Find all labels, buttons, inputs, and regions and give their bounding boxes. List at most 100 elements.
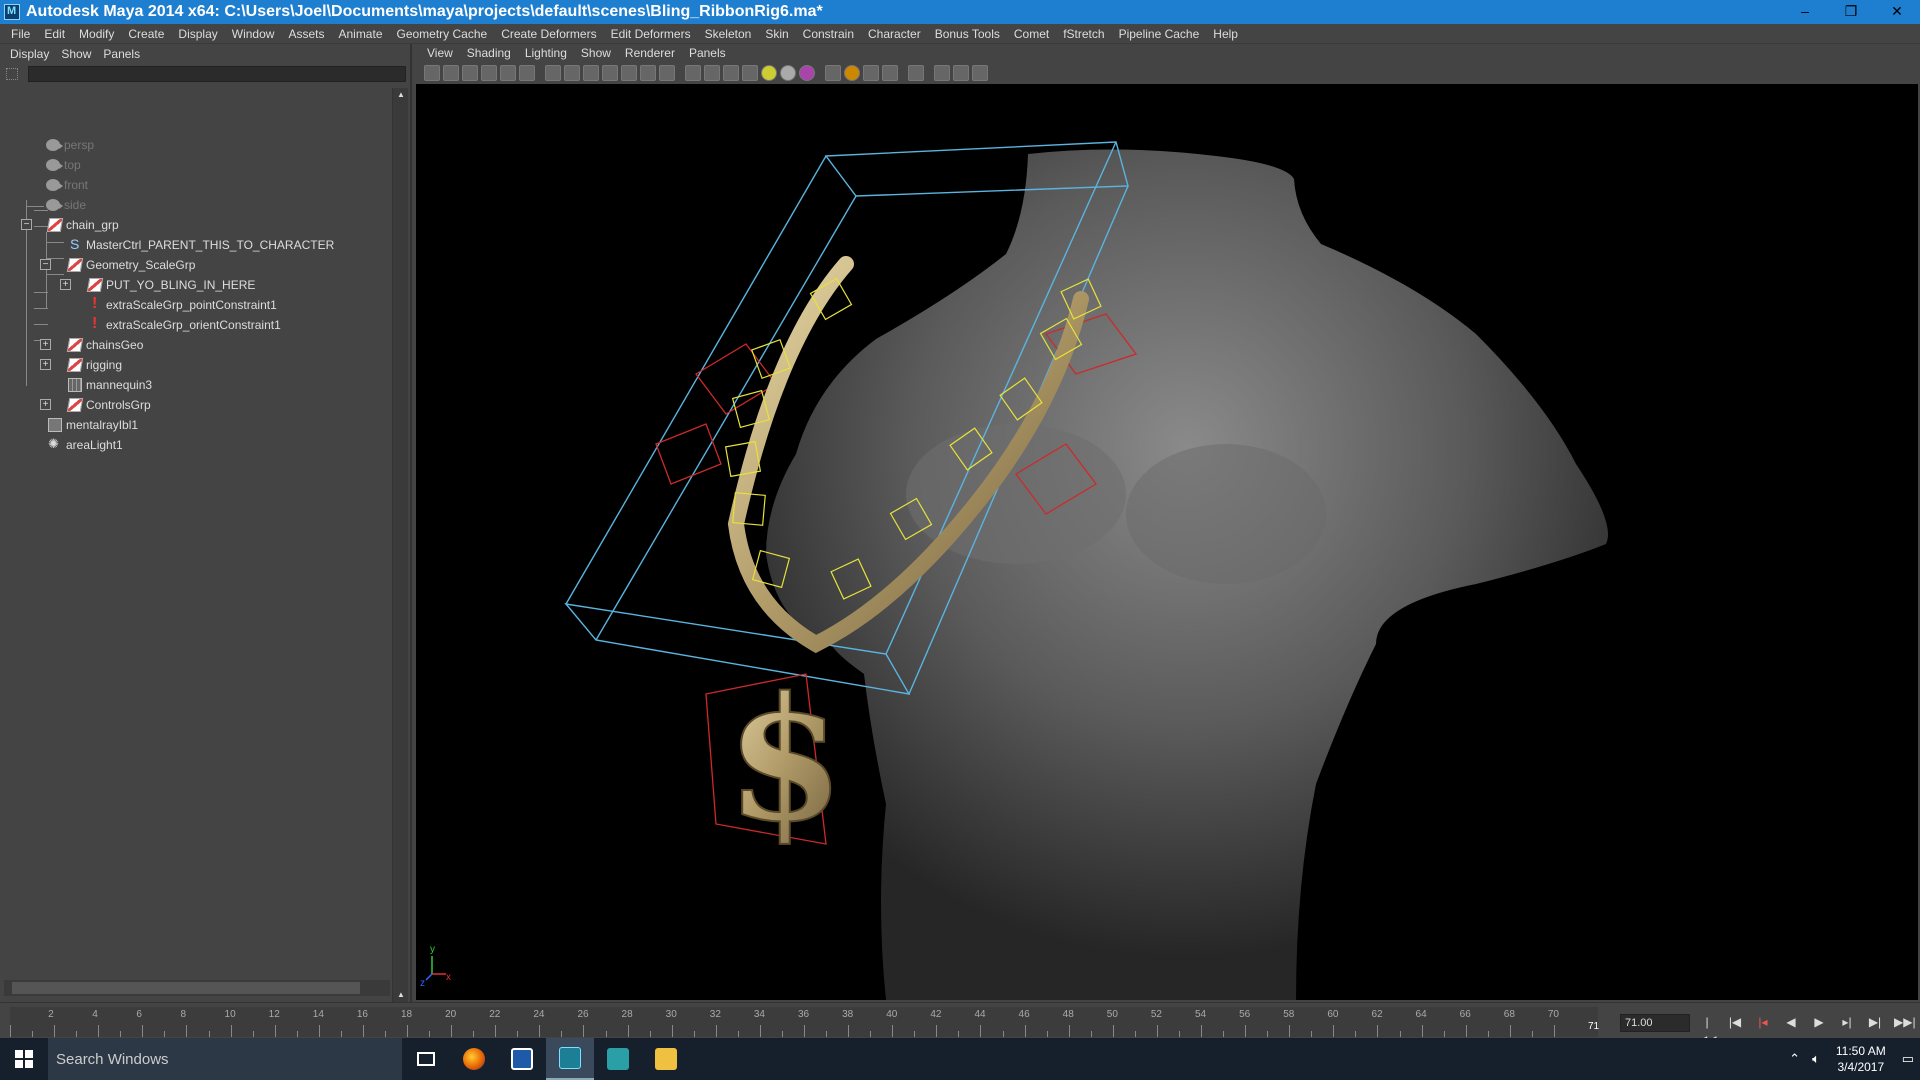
menu-geometry-cache[interactable]: Geometry Cache <box>390 24 495 44</box>
outliner-node-persp[interactable]: persp <box>46 135 94 155</box>
collapse-toggle[interactable]: − <box>40 259 51 270</box>
menu-assets[interactable]: Assets <box>281 24 331 44</box>
outliner-node-chainsgeo[interactable]: chainsGeo <box>66 335 143 355</box>
outliner-node-mentalrayibl1[interactable]: mentalrayIbl1 <box>48 415 138 435</box>
grid-icon[interactable] <box>545 65 561 81</box>
menu-modify[interactable]: Modify <box>72 24 121 44</box>
shadows-icon[interactable] <box>780 65 796 81</box>
outliner-node-top[interactable]: top <box>46 155 81 175</box>
outliner-node-orient-constraint[interactable]: extraScaleGrp_orientConstraint1 <box>88 315 281 335</box>
viewport-menu-shading[interactable]: Shading <box>460 46 518 60</box>
current-time-field[interactable]: 71.00 <box>1620 1014 1690 1032</box>
start-button[interactable] <box>0 1038 48 1080</box>
expand-toggle[interactable]: + <box>40 399 51 410</box>
outliner-menu-show[interactable]: Show <box>55 47 97 61</box>
menu-comet[interactable]: Comet <box>1007 24 1056 44</box>
step-forward-key-icon[interactable]: ▶| <box>1866 1013 1884 1031</box>
outliner-node-rigging[interactable]: rigging <box>66 355 122 375</box>
image-plane-icon[interactable] <box>481 65 497 81</box>
outliner-node-point-constraint[interactable]: extraScaleGrp_pointConstraint1 <box>88 295 277 315</box>
expand-toggle[interactable]: + <box>40 339 51 350</box>
play-backwards-icon[interactable]: ◀ <box>1782 1013 1800 1031</box>
menu-display[interactable]: Display <box>171 24 224 44</box>
viewport-menu-view[interactable]: View <box>420 46 460 60</box>
scroll-up-icon[interactable]: ▲ <box>395 90 407 102</box>
field-chart-icon[interactable] <box>621 65 637 81</box>
menu-fstretch[interactable]: fStretch <box>1056 24 1111 44</box>
depth-of-field-icon[interactable] <box>863 65 879 81</box>
maya-alt-icon[interactable] <box>594 1038 642 1080</box>
filter-icon[interactable] <box>6 68 18 80</box>
outliner-menu-display[interactable]: Display <box>4 47 55 61</box>
task-view-icon[interactable] <box>402 1038 450 1080</box>
camera-attributes-icon[interactable] <box>443 65 459 81</box>
screen-space-ao-icon[interactable] <box>799 65 815 81</box>
outliner-horizontal-scrollbar[interactable] <box>4 980 390 996</box>
outliner-node-controlsgrp[interactable]: ControlsGrp <box>66 395 151 415</box>
motion-blur-icon[interactable] <box>825 65 841 81</box>
step-forward-frame-icon[interactable]: ▸| <box>1838 1013 1856 1031</box>
expand-toggle[interactable]: + <box>40 359 51 370</box>
multisample-aa-icon[interactable] <box>844 65 860 81</box>
safe-title-icon[interactable] <box>659 65 675 81</box>
film-gate-icon[interactable] <box>564 65 580 81</box>
menu-bonus-tools[interactable]: Bonus Tools <box>928 24 1007 44</box>
menu-edit-deformers[interactable]: Edit Deformers <box>604 24 698 44</box>
grease-pencil-icon[interactable] <box>519 65 535 81</box>
outliner-node-mannequin3[interactable]: mannequin3 <box>68 375 152 395</box>
menu-help[interactable]: Help <box>1206 24 1245 44</box>
resolution-gate-icon[interactable] <box>583 65 599 81</box>
wireframe-icon[interactable] <box>685 65 701 81</box>
textured-icon[interactable] <box>742 65 758 81</box>
go-to-end-icon[interactable]: ▶▶| <box>1894 1013 1916 1031</box>
clock[interactable]: 11:50 AM 3/4/2017 <box>1826 1043 1896 1075</box>
safe-action-icon[interactable] <box>640 65 656 81</box>
outliner-node-chain-grp[interactable]: chain_grp <box>46 215 119 235</box>
time-slider[interactable]: 2 4 6 8 10 12 14 16 18 20 22 24 26 28 30 32 34 36 38 40 42 44… <box>10 1007 1598 1037</box>
menu-animate[interactable]: Animate <box>331 24 389 44</box>
x-ray-joints-icon[interactable] <box>953 65 969 81</box>
gate-mask-icon[interactable] <box>602 65 618 81</box>
viewport-menu-lighting[interactable]: Lighting <box>518 46 574 60</box>
play-forwards-icon[interactable]: ▶ <box>1810 1013 1828 1031</box>
hardware-texturing-icon[interactable] <box>882 65 898 81</box>
volume-icon[interactable]: 🔈︎ <box>1806 1051 1826 1067</box>
menu-edit[interactable]: Edit <box>37 24 72 44</box>
collapse-toggle[interactable]: − <box>21 219 32 230</box>
expand-toggle[interactable]: + <box>60 279 71 290</box>
search-box[interactable]: Search Windows <box>48 1038 402 1080</box>
viewport-menu-panels[interactable]: Panels <box>682 46 733 60</box>
scroll-up-icon[interactable]: ▲ <box>395 990 407 1002</box>
viewport-menu-show[interactable]: Show <box>574 46 618 60</box>
menu-constrain[interactable]: Constrain <box>796 24 861 44</box>
wireframe-on-shaded-icon[interactable] <box>723 65 739 81</box>
outliner-node-side[interactable]: side <box>46 195 86 215</box>
menu-file[interactable]: File <box>4 24 37 44</box>
menu-pipeline-cache[interactable]: Pipeline Cache <box>1112 24 1207 44</box>
outliner-node-arealight1[interactable]: areaLight1 <box>48 435 123 455</box>
use-all-lights-icon[interactable] <box>761 65 777 81</box>
maya-icon[interactable] <box>546 1038 594 1080</box>
go-to-start-icon[interactable]: |◀◀ <box>1698 1013 1716 1047</box>
viewport-menu-renderer[interactable]: Renderer <box>618 46 682 60</box>
firefox-icon[interactable] <box>450 1038 498 1080</box>
menu-create-deformers[interactable]: Create Deformers <box>494 24 603 44</box>
outliner-filter-input[interactable] <box>28 66 406 82</box>
step-back-key-icon[interactable]: |◀ <box>1726 1013 1744 1031</box>
scrollbar-thumb[interactable] <box>12 982 360 994</box>
outliner-node-front[interactable]: front <box>46 175 88 195</box>
menu-create[interactable]: Create <box>121 24 171 44</box>
show-hidden-icons-icon[interactable]: ⌃ <box>1783 1051 1806 1067</box>
smooth-shade-icon[interactable] <box>704 65 720 81</box>
menu-character[interactable]: Character <box>861 24 928 44</box>
restore-icon[interactable]: ❐ <box>1828 0 1874 24</box>
outliner-node-masterctrl[interactable]: MasterCtrl_PARENT_THIS_TO_CHARACTER <box>68 235 334 255</box>
close-icon[interactable]: ✕ <box>1874 0 1920 24</box>
file-explorer-icon[interactable] <box>642 1038 690 1080</box>
menu-skin[interactable]: Skin <box>758 24 795 44</box>
3d-viewport[interactable]: $ y x z <box>416 84 1918 1000</box>
step-back-frame-icon[interactable]: |◂ <box>1754 1013 1772 1031</box>
outliner-node-geometry-scalegrp[interactable]: Geometry_ScaleGrp <box>66 255 195 275</box>
x-ray-components-icon[interactable] <box>972 65 988 81</box>
menu-skeleton[interactable]: Skeleton <box>698 24 759 44</box>
